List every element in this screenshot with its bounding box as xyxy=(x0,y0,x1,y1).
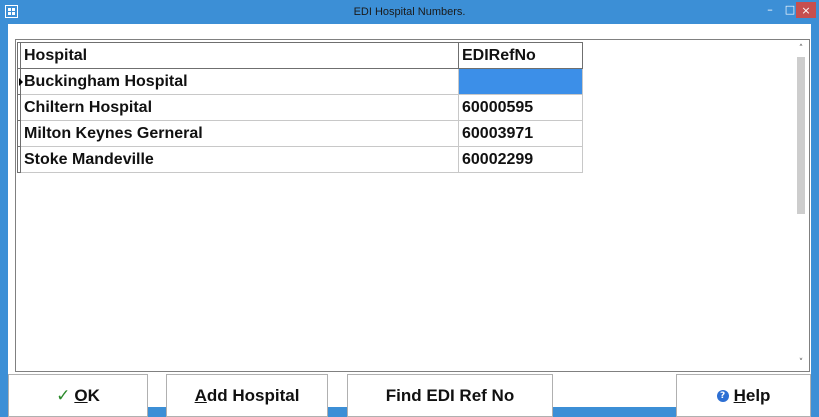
ok-label-rest: K xyxy=(87,385,100,405)
add-hospital-button[interactable]: Add Hospital xyxy=(166,374,328,417)
hospital-cell[interactable]: Chiltern Hospital xyxy=(20,94,459,121)
button-bar: ✓ OK Add Hospital Find EDI Ref No ? Help xyxy=(8,364,811,417)
column-header-edirefno[interactable]: EDIRefNo xyxy=(458,42,583,69)
table-row[interactable]: Milton Keynes Gerneral 60003971 xyxy=(17,120,583,147)
hospital-cell[interactable]: Buckingham Hospital xyxy=(20,68,459,95)
title-bar[interactable]: EDI Hospital Numbers. – □ × xyxy=(0,0,819,24)
edirefno-cell-selected[interactable] xyxy=(458,68,583,95)
row-header-corner xyxy=(17,42,21,69)
vertical-scrollbar[interactable]: ˄ ˅ xyxy=(793,40,809,371)
edirefno-cell[interactable]: 60000595 xyxy=(458,94,583,121)
minimize-button[interactable]: – xyxy=(760,0,780,18)
edirefno-cell[interactable]: 60002299 xyxy=(458,146,583,173)
add-hospital-label: Add Hospital xyxy=(195,386,300,406)
minimize-icon: – xyxy=(767,2,773,16)
hospital-table: Hospital EDIRefNo Buckingham Hospital Ch… xyxy=(17,42,583,173)
help-label: Help xyxy=(734,386,771,406)
header-row: Hospital EDIRefNo xyxy=(17,42,583,69)
row-header[interactable] xyxy=(17,120,21,147)
row-header-current[interactable] xyxy=(17,68,23,95)
hospital-cell[interactable]: Stoke Mandeville xyxy=(20,146,459,173)
ok-button[interactable]: ✓ OK xyxy=(8,374,148,417)
table-row[interactable]: Stoke Mandeville 60002299 xyxy=(17,146,583,173)
find-edi-ref-label: Find EDI Ref No xyxy=(385,385,515,405)
column-header-hospital[interactable]: Hospital xyxy=(20,42,459,69)
row-header[interactable] xyxy=(17,94,21,121)
ok-button-label: OK xyxy=(74,386,100,406)
dialog-client-area: Hospital EDIRefNo Buckingham Hospital Ch… xyxy=(8,24,811,417)
scrollbar-thumb[interactable] xyxy=(797,57,805,214)
scroll-up-icon[interactable]: ˄ xyxy=(793,40,809,57)
checkmark-icon: ✓ xyxy=(56,385,71,406)
find-edi-ref-button[interactable]: Find EDI Ref No xyxy=(347,374,553,417)
current-row-arrow-icon xyxy=(19,78,23,86)
window-title: EDI Hospital Numbers. xyxy=(353,6,466,18)
window: EDI Hospital Numbers. – □ × Hospital EDI… xyxy=(0,0,819,417)
add-mnemonic: A xyxy=(194,385,207,405)
help-mnemonic: H xyxy=(733,385,746,405)
grid-viewport: Hospital EDIRefNo Buckingham Hospital Ch… xyxy=(16,40,795,371)
help-circle-icon: ? xyxy=(716,389,729,402)
row-header[interactable] xyxy=(17,146,21,173)
table-row[interactable]: Chiltern Hospital 60000595 xyxy=(17,94,583,121)
maximize-icon: □ xyxy=(784,2,796,16)
hospital-cell[interactable]: Milton Keynes Gerneral xyxy=(20,120,459,147)
ok-mnemonic: O xyxy=(74,385,88,405)
help-label-rest: elp xyxy=(745,385,771,405)
close-button[interactable]: × xyxy=(796,2,816,18)
table-row[interactable]: Buckingham Hospital xyxy=(17,68,583,95)
help-button[interactable]: ? Help xyxy=(676,374,811,417)
hospital-grid[interactable]: Hospital EDIRefNo Buckingham Hospital Ch… xyxy=(15,39,810,372)
add-label-rest: dd Hospital xyxy=(206,385,300,405)
close-icon: × xyxy=(801,3,811,17)
edirefno-cell[interactable]: 60003971 xyxy=(458,120,583,147)
